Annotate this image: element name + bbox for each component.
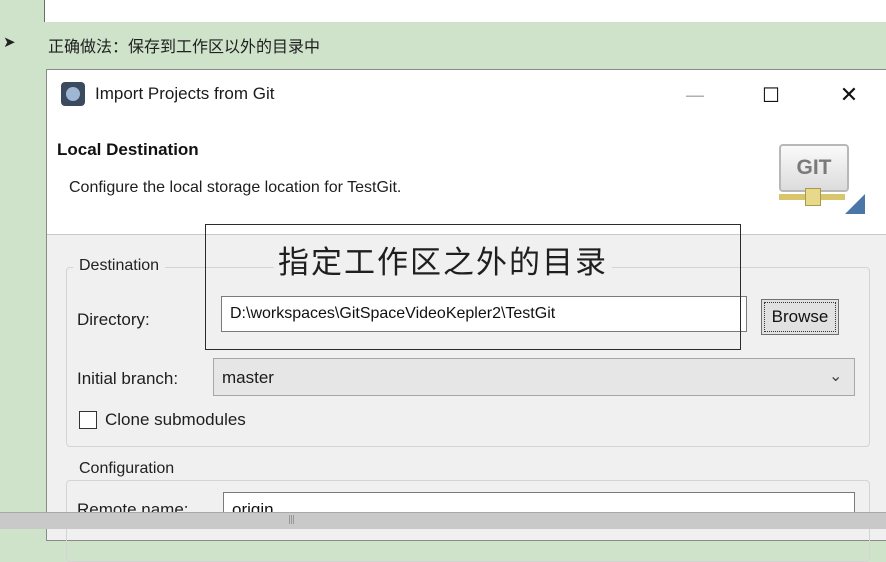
configuration-group-label: Configuration: [73, 460, 181, 478]
close-button[interactable]: ✕: [831, 80, 867, 110]
initial-branch-label: Initial branch:: [77, 369, 179, 388]
scrollbar-grip-icon[interactable]: |||: [288, 515, 295, 525]
git-logo-corner: [845, 194, 865, 214]
initial-branch-select[interactable]: master: [213, 358, 855, 396]
bullet-arrow: ➤: [3, 33, 16, 51]
destination-group-label: Destination: [73, 257, 166, 275]
bottom-scrollbar[interactable]: [0, 512, 886, 529]
maximize-button[interactable]: ☐: [753, 80, 789, 110]
git-logo-knob: [805, 188, 821, 206]
minimize-button[interactable]: —: [677, 80, 713, 110]
clone-submodules-label[interactable]: Clone submodules: [105, 410, 246, 430]
dialog-titlebar: Import Projects from Git — ☐ ✕: [47, 70, 886, 122]
dialog-title: Import Projects from Git: [95, 84, 275, 103]
chevron-down-icon[interactable]: ⌄: [829, 366, 842, 385]
directory-label: Directory:: [77, 310, 150, 329]
clone-submodules-checkbox[interactable]: [79, 411, 97, 429]
page-description: Configure the local storage location for…: [69, 179, 402, 196]
wizard-header: Local Destination Configure the local st…: [47, 122, 886, 235]
eclipse-icon: [61, 82, 85, 106]
slide-note: 正确做法：保存到工作区以外的目录中: [48, 37, 321, 56]
annotation-text: 指定工作区之外的目录: [274, 237, 612, 282]
browse-button[interactable]: Browse: [761, 299, 839, 335]
page-title: Local Destination: [57, 140, 199, 159]
git-logo-icon: GIT: [779, 144, 849, 192]
previous-slide-area: [44, 0, 886, 22]
